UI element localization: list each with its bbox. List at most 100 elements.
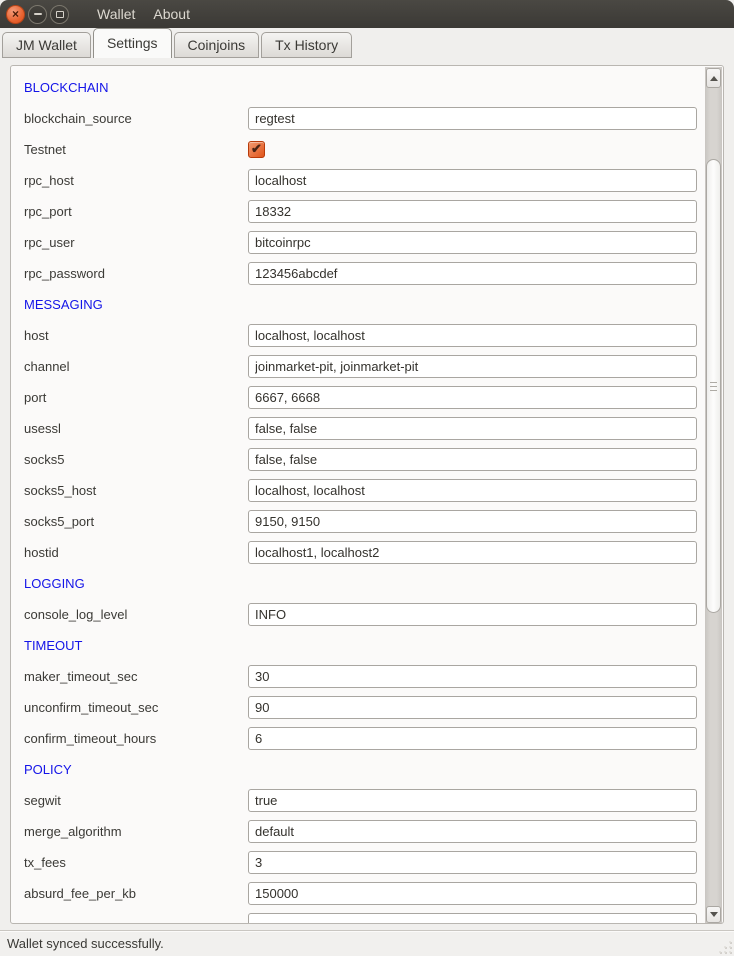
window-maximize-button[interactable] — [50, 5, 69, 24]
section-header: MESSAGING — [24, 297, 103, 312]
tab-bar: JM Wallet Settings Coinjoins Tx History — [0, 28, 734, 58]
scrollbar-up-button[interactable] — [706, 68, 721, 88]
field-label: host — [24, 328, 248, 343]
tab-jm-wallet[interactable]: JM Wallet — [2, 32, 91, 58]
form-field-row: channel — [24, 351, 697, 382]
rpc_host-field[interactable] — [248, 169, 697, 192]
field-label: rpc_user — [24, 235, 248, 250]
resize-grip[interactable] — [718, 940, 731, 953]
form-field-row: rpc_port — [24, 196, 697, 227]
form-field-row: segwit — [24, 785, 697, 816]
status-bar: Wallet synced successfully. — [0, 930, 734, 956]
arrow-down-icon — [710, 912, 718, 917]
form-field-row: hostid — [24, 537, 697, 568]
vertical-scrollbar[interactable] — [705, 67, 722, 924]
form-field-row: tx_fees — [24, 847, 697, 878]
section-header-row: LOGGING — [24, 568, 697, 599]
channel-field[interactable] — [248, 355, 697, 378]
form-field-row: Testnet✔ — [24, 134, 697, 165]
field-label: tx_fees — [24, 855, 248, 870]
thumb-grip-icon — [710, 390, 717, 391]
form-field-row: socks5_host — [24, 475, 697, 506]
field-label: socks5_port — [24, 514, 248, 529]
clipped-field[interactable] — [248, 913, 697, 924]
section-header-row: TIMEOUT — [24, 630, 697, 661]
section-header-row: POLICY — [24, 754, 697, 785]
rpc_port-field[interactable] — [248, 200, 697, 223]
settings-scroll-area: BLOCKCHAINblockchain_sourceTestnet✔rpc_h… — [10, 65, 724, 924]
socks5_host-field[interactable] — [248, 479, 697, 502]
blockchain_source-field[interactable] — [248, 107, 697, 130]
field-label: port — [24, 390, 248, 405]
checkmark-icon: ✔ — [251, 142, 262, 155]
maker_timeout_sec-field[interactable] — [248, 665, 697, 688]
form-field-row: socks5 — [24, 444, 697, 475]
socks5-field[interactable] — [248, 448, 697, 471]
field-label: merge_algorithm — [24, 824, 248, 839]
tab-settings[interactable]: Settings — [93, 28, 172, 58]
section-header: LOGGING — [24, 576, 85, 591]
form-field-row — [24, 909, 697, 924]
menu-about[interactable]: About — [144, 2, 199, 26]
section-header: BLOCKCHAIN — [24, 80, 109, 95]
form-field-row: usessl — [24, 413, 697, 444]
field-label: usessl — [24, 421, 248, 436]
port-field[interactable] — [248, 386, 697, 409]
console_log_level-field[interactable] — [248, 603, 697, 626]
tab-coinjoins[interactable]: Coinjoins — [174, 32, 260, 58]
window-minimize-button[interactable] — [28, 5, 47, 24]
absurd_fee_per_kb-field[interactable] — [248, 882, 697, 905]
field-label: absurd_fee_per_kb — [24, 886, 248, 901]
status-message: Wallet synced successfully. — [7, 936, 164, 951]
arrow-up-icon — [710, 76, 718, 81]
form-field-row: rpc_password — [24, 258, 697, 289]
socks5_port-field[interactable] — [248, 510, 697, 533]
field-label: channel — [24, 359, 248, 374]
rpc_password-field[interactable] — [248, 262, 697, 285]
minimize-icon — [34, 13, 42, 15]
field-label: confirm_timeout_hours — [24, 731, 248, 746]
tab-tx-history[interactable]: Tx History — [261, 32, 352, 58]
merge_algorithm-field[interactable] — [248, 820, 697, 843]
section-header-row: BLOCKCHAIN — [24, 72, 697, 103]
close-icon: × — [12, 8, 19, 20]
field-label: rpc_port — [24, 204, 248, 219]
field-label: segwit — [24, 793, 248, 808]
form-field-row: unconfirm_timeout_sec — [24, 692, 697, 723]
form-field-row: host — [24, 320, 697, 351]
thumb-grip-icon — [710, 386, 717, 387]
segwit-field[interactable] — [248, 789, 697, 812]
field-label: socks5 — [24, 452, 248, 467]
form-field-row: rpc_user — [24, 227, 697, 258]
settings-form: BLOCKCHAINblockchain_sourceTestnet✔rpc_h… — [11, 66, 706, 924]
scrollbar-down-button[interactable] — [706, 906, 721, 923]
form-field-row: blockchain_source — [24, 103, 697, 134]
form-field-row: socks5_port — [24, 506, 697, 537]
field-label: socks5_host — [24, 483, 248, 498]
host-field[interactable] — [248, 324, 697, 347]
unconfirm_timeout_sec-field[interactable] — [248, 696, 697, 719]
field-label: blockchain_source — [24, 111, 248, 126]
usessl-field[interactable] — [248, 417, 697, 440]
form-field-row: rpc_host — [24, 165, 697, 196]
form-field-row: console_log_level — [24, 599, 697, 630]
rpc_user-field[interactable] — [248, 231, 697, 254]
field-label: rpc_password — [24, 266, 248, 281]
section-header: TIMEOUT — [24, 638, 83, 653]
menu-wallet[interactable]: Wallet — [88, 2, 144, 26]
form-field-row: maker_timeout_sec — [24, 661, 697, 692]
confirm_timeout_hours-field[interactable] — [248, 727, 697, 750]
section-header-row: MESSAGING — [24, 289, 697, 320]
thumb-grip-icon — [710, 382, 717, 383]
form-field-row: absurd_fee_per_kb — [24, 878, 697, 909]
scrollbar-thumb[interactable] — [706, 159, 721, 613]
hostid-field[interactable] — [248, 541, 697, 564]
field-label: Testnet — [24, 142, 248, 157]
field-label: hostid — [24, 545, 248, 560]
tx_fees-field[interactable] — [248, 851, 697, 874]
app-window: × Wallet About JM Wallet Settings Coinjo… — [0, 0, 734, 956]
form-field-row: merge_algorithm — [24, 816, 697, 847]
field-label: unconfirm_timeout_sec — [24, 700, 248, 715]
window-close-button[interactable]: × — [6, 5, 25, 24]
testnet-checkbox[interactable]: ✔ — [248, 141, 265, 158]
